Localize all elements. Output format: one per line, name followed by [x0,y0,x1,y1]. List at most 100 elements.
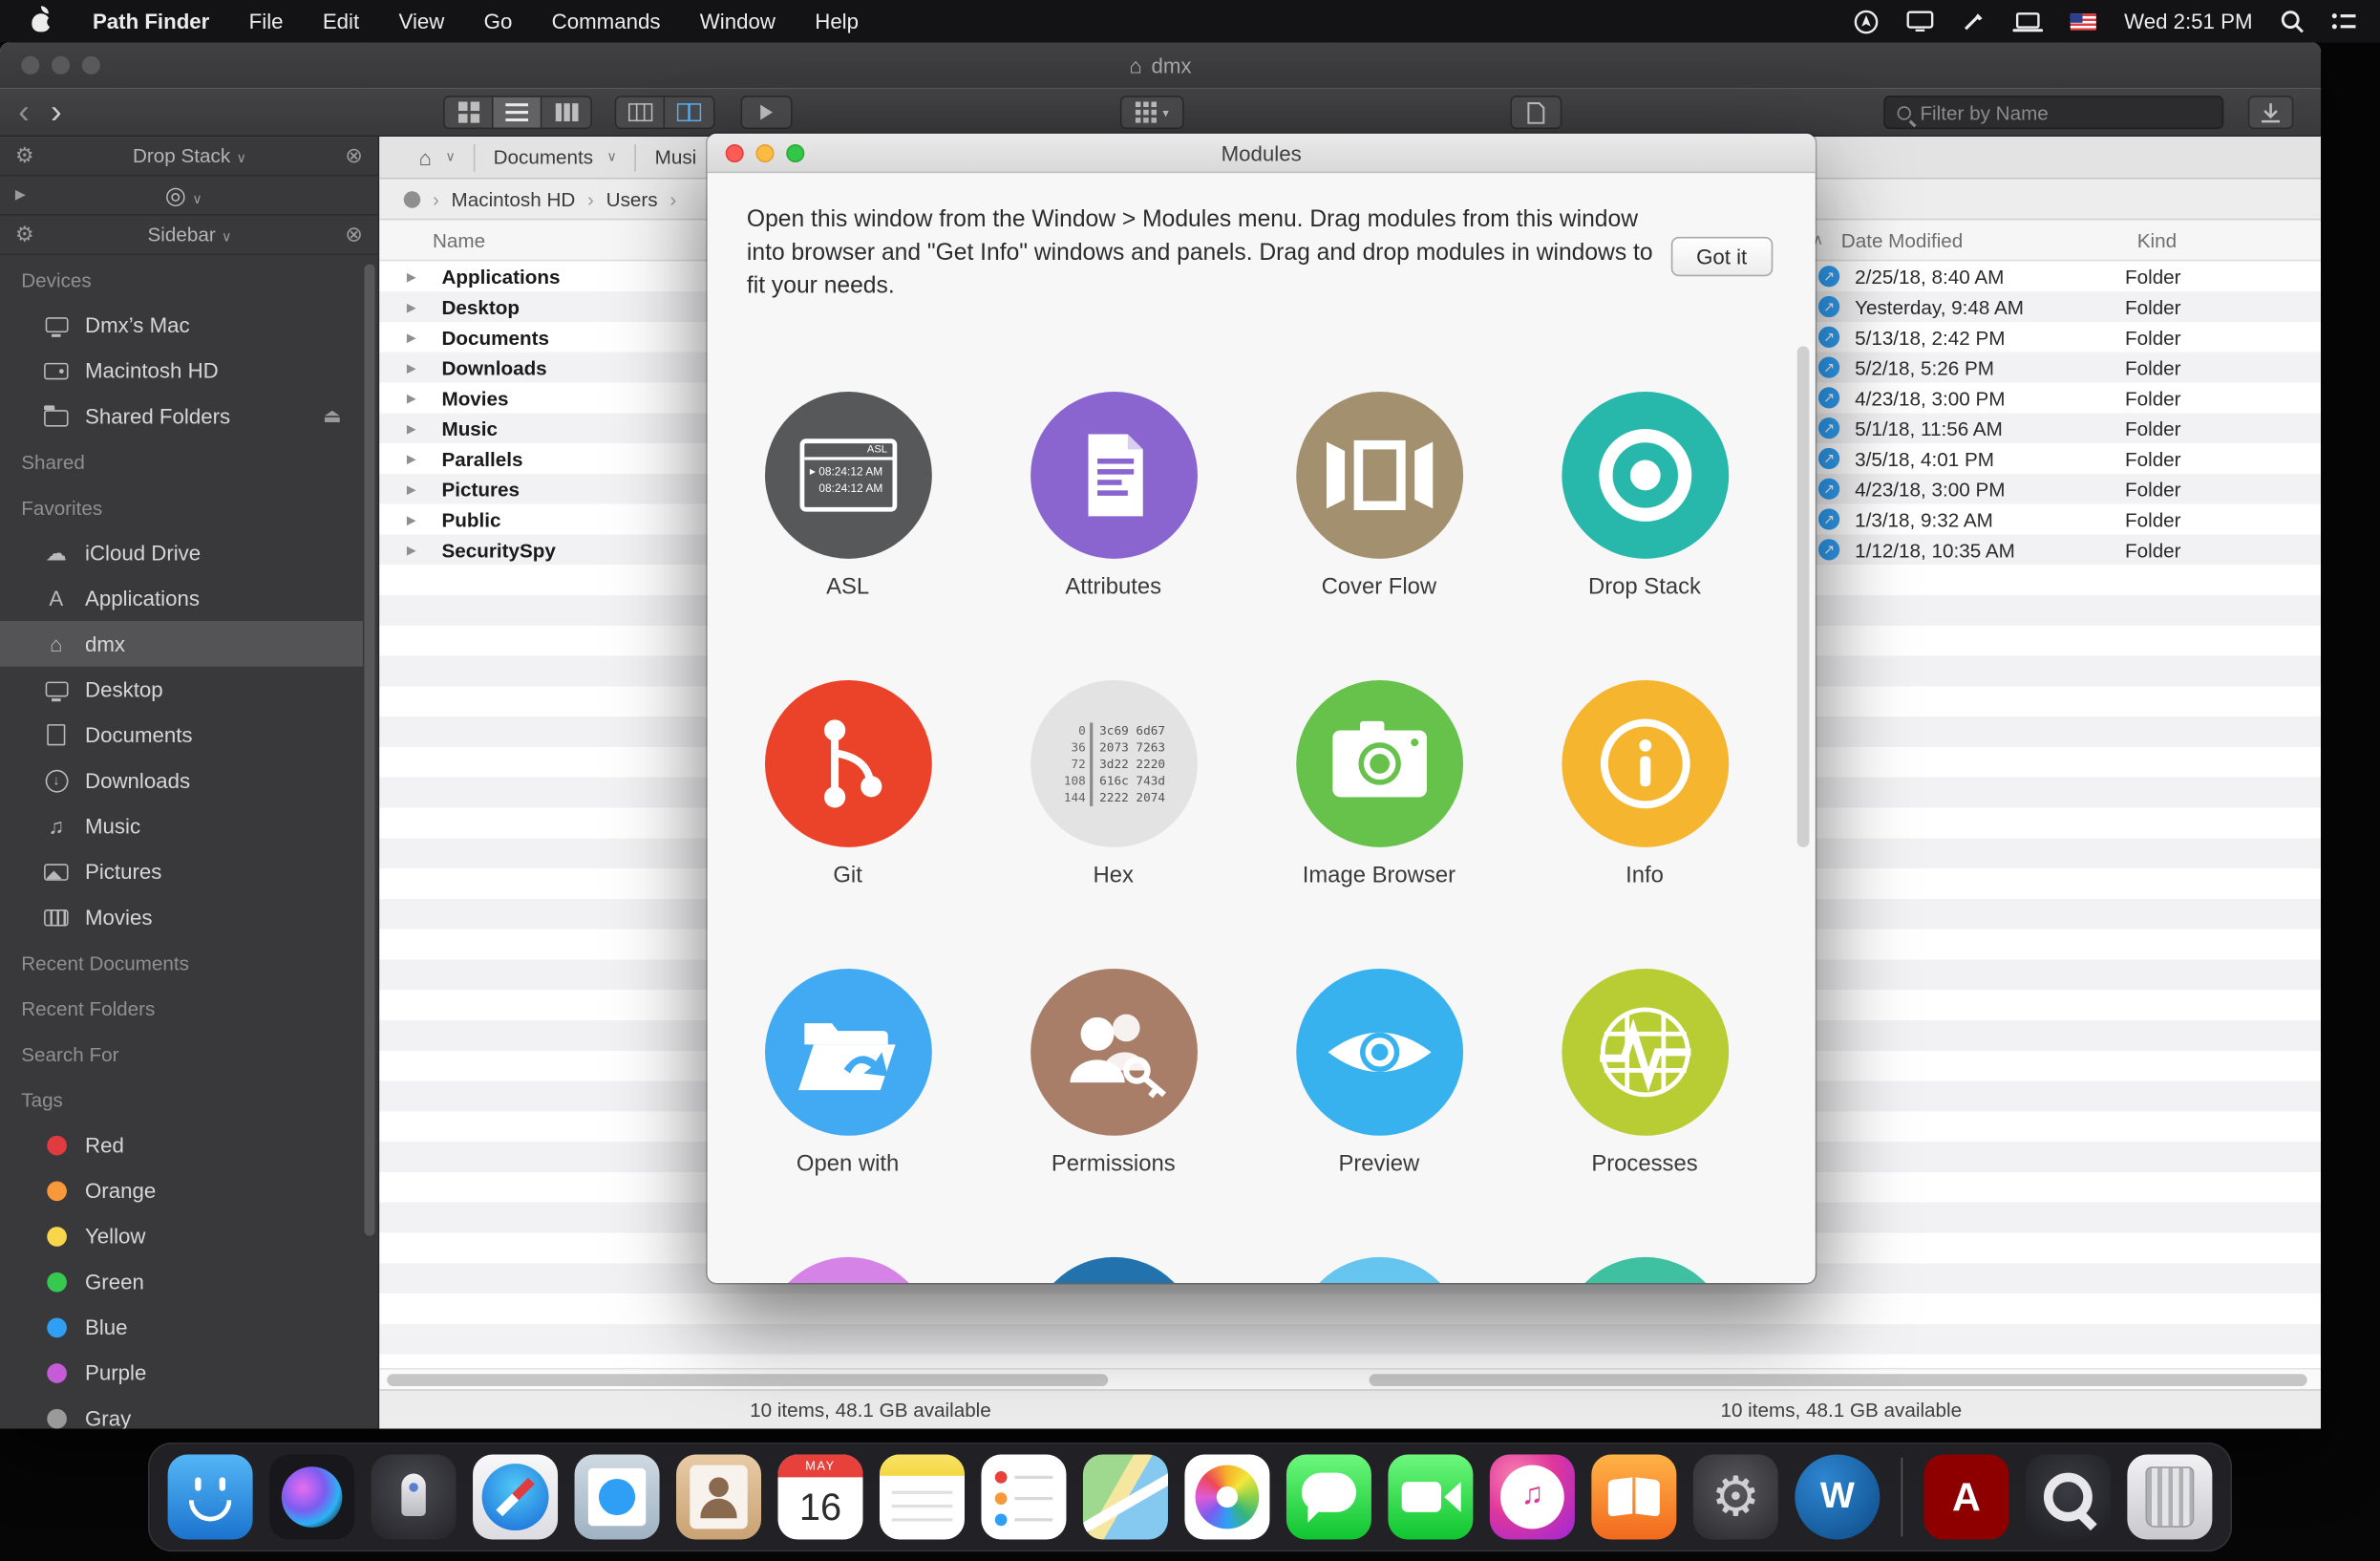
maps-dock-icon[interactable] [1083,1455,1168,1540]
module-partial-icon[interactable] [1562,1257,1729,1283]
module-preview[interactable]: Preview [1246,969,1512,1177]
drop-stack-header[interactable]: ⚙ Drop Stack∨ ⊗ [0,137,378,176]
acrobat-dock-icon[interactable]: A [1923,1455,2008,1540]
ibooks-dock-icon[interactable] [1591,1455,1676,1540]
siri-dock-icon[interactable] [269,1455,354,1540]
module-partial-icon[interactable] [1295,1257,1462,1283]
apple-crumb-icon[interactable] [404,190,420,206]
display-menubar-icon[interactable] [1907,11,1935,32]
menu-window[interactable]: Window [700,10,776,33]
safari-dock-icon[interactable] [473,1455,558,1540]
grid-menu-button[interactable]: ▾ [1120,96,1184,129]
module-git[interactable]: Git [715,680,981,888]
sidebar-scrollbar[interactable] [364,265,374,1236]
page-button[interactable] [1510,96,1562,129]
menu-help[interactable]: Help [815,10,859,33]
column-date-modified[interactable]: Date Modified [1841,220,1963,261]
pen-icon[interactable] [1962,10,1986,33]
icon-view-button[interactable] [445,97,494,128]
module-attributes[interactable]: Attributes [981,392,1246,600]
close-icon[interactable] [726,144,744,162]
sidebar-item-dmx-mac[interactable]: Dmx’s Mac [0,302,363,348]
file-row-detail[interactable]: ↗4/23/18, 3:00 PMFolder [1806,474,2321,504]
home-tab[interactable]: ⌂∨ [401,136,474,178]
app-menu[interactable]: Path Finder [93,10,209,33]
disclosure-triangle-icon[interactable]: ▶ [407,360,428,374]
module-partial-icon[interactable] [1030,1257,1197,1283]
menu-go[interactable]: Go [484,10,513,33]
dialog-traffic-lights[interactable] [726,144,805,162]
disclosure-triangle-icon[interactable]: ▶ [407,421,428,435]
breadcrumb-macintosh-hd[interactable]: Macintosh HD [452,187,576,210]
sidebar-item-pictures[interactable]: Pictures [0,848,363,894]
mail-dock-icon[interactable] [575,1455,660,1540]
file-row-detail[interactable]: ↗3/5/18, 4:01 PMFolder [1806,443,2321,474]
file-row-detail[interactable]: ↗5/1/18, 11:56 AMFolder [1806,413,2321,443]
module-cover-flow[interactable]: Cover Flow [1246,392,1512,600]
filter-field[interactable] [1883,96,2223,129]
forward-button[interactable]: › [51,96,62,129]
section-recent-folders[interactable]: Recent Folders [0,985,363,1031]
minimize-icon[interactable] [755,144,774,162]
sidebar-item-desktop[interactable]: Desktop [0,667,363,713]
module-drop-stack[interactable]: Drop Stack [1512,392,1777,600]
column-name[interactable]: Name [433,220,485,261]
drop-stack-target-row[interactable]: ▶ ◎∨ [0,176,378,215]
tag-red[interactable]: Red [0,1122,363,1167]
section-recent-documents[interactable]: Recent Documents [0,940,363,986]
quicktime-dock-icon[interactable] [2026,1455,2111,1540]
messages-dock-icon[interactable] [1286,1455,1371,1540]
breadcrumb-users[interactable]: Users [606,187,658,210]
close-panel-icon[interactable]: ⊗ [345,142,363,168]
menubar-clock[interactable]: Wed 2:51 PM [2124,10,2252,33]
finder-dock-icon[interactable] [168,1455,253,1540]
sidebar-item-movies[interactable]: Movies [0,894,363,940]
file-row-detail[interactable]: ↗1/12/18, 10:35 AMFolder [1806,534,2321,565]
zoom-icon[interactable] [786,144,804,162]
tab-music[interactable]: Musi [637,136,715,178]
module-open-with[interactable]: Open with [715,969,981,1177]
contacts-dock-icon[interactable] [676,1455,761,1540]
disclosure-triangle-icon[interactable]: ▶ [407,391,428,404]
spotlight-search-icon[interactable] [2280,10,2304,33]
menu-file[interactable]: File [249,10,284,33]
apple-menu-icon[interactable] [31,10,53,33]
module-info[interactable]: Info [1512,680,1777,888]
sidebar-item-icloud-drive[interactable]: ☁iCloud Drive [0,530,363,576]
disclosure-triangle-icon[interactable]: ▶ [15,186,26,203]
disclosure-triangle-icon[interactable]: ▶ [407,300,428,313]
launchpad-dock-icon[interactable] [372,1455,457,1540]
dual-pane-button[interactable] [665,97,713,128]
list-view-button[interactable] [494,97,542,128]
itunes-dock-icon[interactable]: ♫ [1490,1455,1575,1540]
play-button[interactable] [741,96,793,129]
dialog-title-bar[interactable]: Modules [708,134,1816,173]
module-processes[interactable]: Processes [1512,969,1777,1177]
window-title-bar[interactable]: ⌂dmx [0,42,2321,88]
disclosure-triangle-icon[interactable]: ▶ [407,452,428,465]
disclosure-triangle-icon[interactable]: ▶ [407,512,428,525]
sidebar-item-downloads[interactable]: ↓Downloads [0,758,363,803]
column-view-button[interactable] [542,97,590,128]
input-source-flag-icon[interactable] [2071,13,2096,30]
column-kind[interactable]: Kind [2137,220,2177,261]
sidebar-item-music[interactable]: ♫Music [0,803,363,849]
app-w-dock-icon[interactable]: W [1795,1455,1880,1540]
sidebar-item-macintosh-hd[interactable]: Macintosh HD [0,348,363,394]
system-preferences-dock-icon[interactable]: ⚙ [1693,1455,1778,1540]
eject-icon[interactable]: ⏏ [323,404,342,428]
left-pane-hscroll-thumb[interactable] [387,1374,1108,1386]
download-button[interactable] [2248,96,2294,129]
file-row-detail[interactable]: ↗4/23/18, 3:00 PMFolder [1806,382,2321,413]
module-asl[interactable]: ASL ▶08:24:12 AM 08:24:12 AM ASL [715,392,981,600]
file-row-detail[interactable]: ↗1/3/18, 9:32 AMFolder [1806,504,2321,535]
back-button[interactable]: ‹ [18,96,30,129]
photos-dock-icon[interactable] [1184,1455,1269,1540]
close-panel-icon[interactable]: ⊗ [345,222,363,247]
disclosure-triangle-icon[interactable]: ▶ [407,543,428,556]
gear-icon[interactable]: ⚙ [15,222,34,247]
module-partial-icon[interactable] [764,1257,931,1283]
facetime-dock-icon[interactable] [1388,1455,1473,1540]
module-image-browser[interactable]: Image Browser [1246,680,1512,888]
module-permissions[interactable]: Permissions [981,969,1246,1177]
